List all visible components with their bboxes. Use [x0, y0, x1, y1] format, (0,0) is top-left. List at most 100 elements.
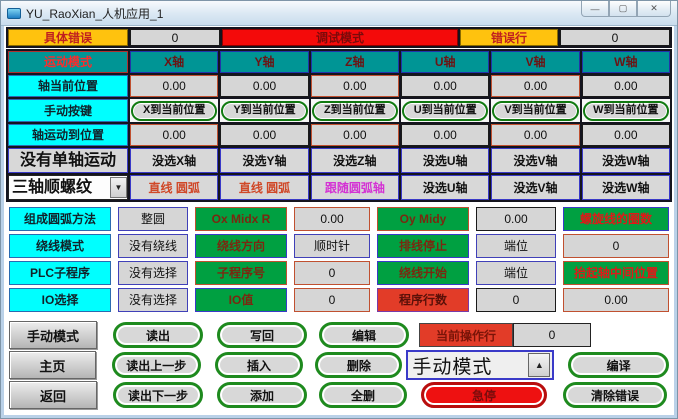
app-window: YU_RaoXian_人机应用_1 — ▢ ✕ 具体错误 0 调试模式 错误行 … — [0, 0, 678, 419]
x-to-current-button[interactable]: X到当前位置 — [131, 100, 218, 121]
axis-header-z: Z轴 — [310, 51, 399, 73]
program-lines-value[interactable]: 0 — [476, 288, 556, 312]
insert-button[interactable]: 插入 — [214, 352, 304, 378]
main-content: 具体错误 0 调试模式 错误行 0 运动模式 X轴 Y轴 Z轴 U轴 V轴 W轴… — [1, 26, 677, 418]
thread-cell-y: 直线 圆弧 — [220, 175, 309, 200]
target-position-v[interactable]: 0.00 — [491, 124, 580, 146]
current-position-label: 轴当前位置 — [8, 75, 128, 97]
home-button[interactable]: 主页 — [9, 351, 96, 379]
winding-mode-label: 绕线模式 — [9, 234, 111, 258]
read-prev-button[interactable]: 读出上一步 — [111, 352, 201, 378]
winding-direction-value[interactable]: 顺时针 — [294, 234, 370, 258]
arc-method-value[interactable]: 整圆 — [118, 207, 188, 231]
winding-mode-value[interactable]: 没有绕线 — [118, 234, 188, 258]
motion-mode-label: 运动模式 — [8, 51, 128, 73]
add-button[interactable]: 添加 — [217, 382, 307, 408]
status-row: 具体错误 0 调试模式 错误行 0 — [6, 27, 672, 48]
target-position-x[interactable]: 0.00 — [130, 124, 219, 146]
winding-direction-label: 绕线方向 — [195, 234, 287, 258]
error-detail-value[interactable]: 0 — [130, 29, 220, 46]
target-position-w[interactable]: 0.00 — [581, 124, 670, 146]
current-operation-line-label: 当前操作行 — [419, 323, 513, 347]
delete-button[interactable]: 删除 — [315, 352, 403, 378]
parameter-table: 组成圆弧方法 整圆 Ox Midx R 0.00 Oy Midy 0.00 螺旋… — [6, 202, 672, 315]
lift-axis-mid-label: 抬起轴中间位置 — [563, 261, 669, 285]
manual-cell-z: Z到当前位置 — [310, 99, 399, 122]
edit-button[interactable]: 编辑 — [319, 322, 409, 348]
subroutine-number-value[interactable]: 0 — [294, 261, 370, 285]
io-select-label: IO选择 — [9, 288, 111, 312]
v-to-current-button[interactable]: V到当前位置 — [492, 100, 579, 121]
io-value-value[interactable]: 0 — [294, 288, 370, 312]
traverse-stop-value[interactable]: 端位 — [476, 234, 556, 258]
current-position-w[interactable]: 0.00 — [581, 75, 670, 97]
lift-axis-mid-value[interactable]: 0.00 — [563, 288, 669, 312]
plc-subroutine-value[interactable]: 没有选择 — [118, 261, 188, 285]
target-position-z[interactable]: 0.00 — [310, 124, 399, 146]
z-to-current-button[interactable]: Z到当前位置 — [311, 100, 398, 121]
manual-cell-u: U到当前位置 — [401, 99, 490, 122]
minimize-button[interactable]: — — [581, 1, 609, 17]
helix-turns-value[interactable]: 0 — [563, 234, 669, 258]
action-row-2: 主页 读出上一步 插入 删除 手动模式 ▲ 编译 — [9, 350, 670, 380]
manual-keys-label: 手动按键 — [8, 99, 128, 122]
error-line-value[interactable]: 0 — [560, 29, 670, 46]
single-axis-z: 没选Z轴 — [310, 148, 399, 173]
current-position-x[interactable]: 0.00 — [130, 75, 219, 97]
ox-midx-r-value[interactable]: 0.00 — [294, 207, 370, 231]
read-next-button[interactable]: 读出下一步 — [113, 382, 203, 408]
current-position-z[interactable]: 0.00 — [310, 75, 399, 97]
current-position-y[interactable]: 0.00 — [220, 75, 309, 97]
manual-cell-x: X到当前位置 — [130, 99, 219, 122]
w-to-current-button[interactable]: W到当前位置 — [582, 100, 669, 121]
thread-cell-u: 没选U轴 — [401, 175, 490, 200]
io-select-value[interactable]: 没有选择 — [118, 288, 188, 312]
target-position-label: 轴运动到位置 — [8, 124, 128, 146]
oy-midy-label: Oy Midy — [377, 207, 469, 231]
read-button[interactable]: 读出 — [113, 322, 203, 348]
maximize-button[interactable]: ▢ — [609, 1, 637, 17]
error-detail-label: 具体错误 — [8, 29, 128, 46]
emergency-stop-button[interactable]: 急停 — [421, 382, 547, 408]
oy-midy-value[interactable]: 0.00 — [476, 207, 556, 231]
subroutine-number-label: 子程序号 — [195, 261, 287, 285]
operation-mode-select[interactable]: 手动模式 ▲ — [406, 350, 555, 380]
target-position-u[interactable]: 0.00 — [401, 124, 490, 146]
close-button[interactable]: ✕ — [637, 1, 671, 17]
thread-mode-value: 三轴顺螺纹 — [12, 178, 93, 196]
target-position-y[interactable]: 0.00 — [220, 124, 309, 146]
axis-header-u: U轴 — [401, 51, 490, 73]
axis-header-y: Y轴 — [220, 51, 309, 73]
manual-cell-y: Y到当前位置 — [220, 99, 309, 122]
window-controls: — ▢ ✕ — [581, 1, 671, 17]
axis-header-v: V轴 — [491, 51, 580, 73]
close-icon: ✕ — [650, 3, 658, 13]
chevron-up-icon: ▲ — [528, 353, 551, 377]
axis-header-w: W轴 — [581, 51, 670, 73]
winding-start-value[interactable]: 端位 — [476, 261, 556, 285]
y-to-current-button[interactable]: Y到当前位置 — [221, 100, 308, 121]
window-title: YU_RaoXian_人机应用_1 — [26, 6, 164, 21]
single-axis-x: 没选X轴 — [130, 148, 219, 173]
helix-turns-label: 螺旋线的圈数 — [563, 207, 669, 231]
action-area: 手动模式 读出 写回 编辑 当前操作行 0 主页 读出上一步 插入 删除 手动模… — [6, 315, 672, 413]
clear-error-button[interactable]: 清除错误 — [563, 382, 667, 408]
back-button[interactable]: 返回 — [9, 381, 97, 409]
current-position-u[interactable]: 0.00 — [401, 75, 490, 97]
current-position-v[interactable]: 0.00 — [491, 75, 580, 97]
delete-all-button[interactable]: 全删 — [319, 382, 407, 408]
action-row-3: 返回 读出下一步 添加 全删 急停 清除错误 — [9, 380, 669, 410]
app-icon — [7, 7, 21, 19]
u-to-current-button[interactable]: U到当前位置 — [402, 100, 489, 121]
manual-cell-w: W到当前位置 — [581, 99, 670, 122]
manual-cell-v: V到当前位置 — [491, 99, 580, 122]
manual-mode-button[interactable]: 手动模式 — [9, 321, 97, 349]
io-value-label: IO值 — [195, 288, 287, 312]
axis-header-x: X轴 — [130, 51, 219, 73]
compile-button[interactable]: 编译 — [568, 352, 670, 378]
thread-mode-select[interactable]: 三轴顺螺纹 ▼ — [8, 175, 128, 200]
thread-cell-w: 没选W轴 — [581, 175, 670, 200]
write-back-button[interactable]: 写回 — [217, 322, 307, 348]
current-operation-line-value[interactable]: 0 — [513, 323, 591, 347]
thread-cell-x: 直线 圆弧 — [130, 175, 219, 200]
